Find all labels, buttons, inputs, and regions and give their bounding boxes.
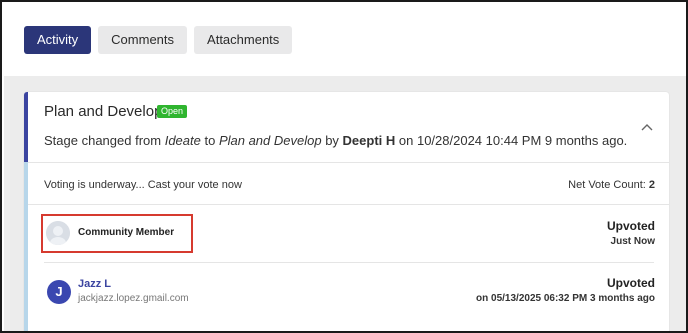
vote-time: Just Now xyxy=(610,236,655,247)
stage-change-text: Stage changed from Ideate to Plan and De… xyxy=(44,133,627,148)
divider xyxy=(28,162,669,163)
tab-activity[interactable]: Activity xyxy=(24,26,92,54)
tab-comments[interactable]: Comments xyxy=(98,26,188,54)
highlight-box xyxy=(41,214,193,253)
vote-status: Upvoted xyxy=(607,219,655,233)
divider xyxy=(44,262,654,263)
app-frame: Activity Comments Attachments Plan and D… xyxy=(0,0,688,333)
stage-from: Ideate xyxy=(164,133,201,148)
activity-card: Plan and Develop Open Stage changed from… xyxy=(24,92,669,331)
avatar: J xyxy=(47,280,71,304)
stage-title: Plan and Develop xyxy=(44,103,163,120)
status-badge: Open xyxy=(157,105,188,118)
tab-bar: Activity Comments Attachments xyxy=(24,26,293,54)
stage-to: Plan and Develop xyxy=(218,133,322,148)
net-vote-label: Net Vote Count: xyxy=(568,179,649,191)
voter-email: jackjazz.lopez.gmail.com xyxy=(78,293,189,304)
voting-status-text: Voting is underway... Cast your vote now xyxy=(44,179,242,191)
voter-name-link[interactable]: Jazz L xyxy=(78,278,111,290)
divider xyxy=(28,204,669,205)
chevron-up-icon[interactable] xyxy=(640,120,654,134)
card-accent-bar-light xyxy=(24,162,28,331)
stage-suffix: on 10/28/2024 10:44 PM 9 months ago. xyxy=(395,133,628,148)
vote-status: Upvoted xyxy=(607,276,655,290)
net-vote-count: Net Vote Count: 2 xyxy=(568,179,655,191)
tab-attachments[interactable]: Attachments xyxy=(194,26,293,54)
card-accent-bar xyxy=(24,92,28,162)
net-vote-value: 2 xyxy=(648,179,655,191)
stage-user: Deepti H xyxy=(342,133,396,148)
stage-prefix: Stage changed from xyxy=(44,133,165,148)
stage-to-word: to xyxy=(200,133,219,148)
vote-time: on 05/13/2025 06:32 PM 3 months ago xyxy=(476,293,655,304)
stage-by-word: by xyxy=(321,133,343,148)
